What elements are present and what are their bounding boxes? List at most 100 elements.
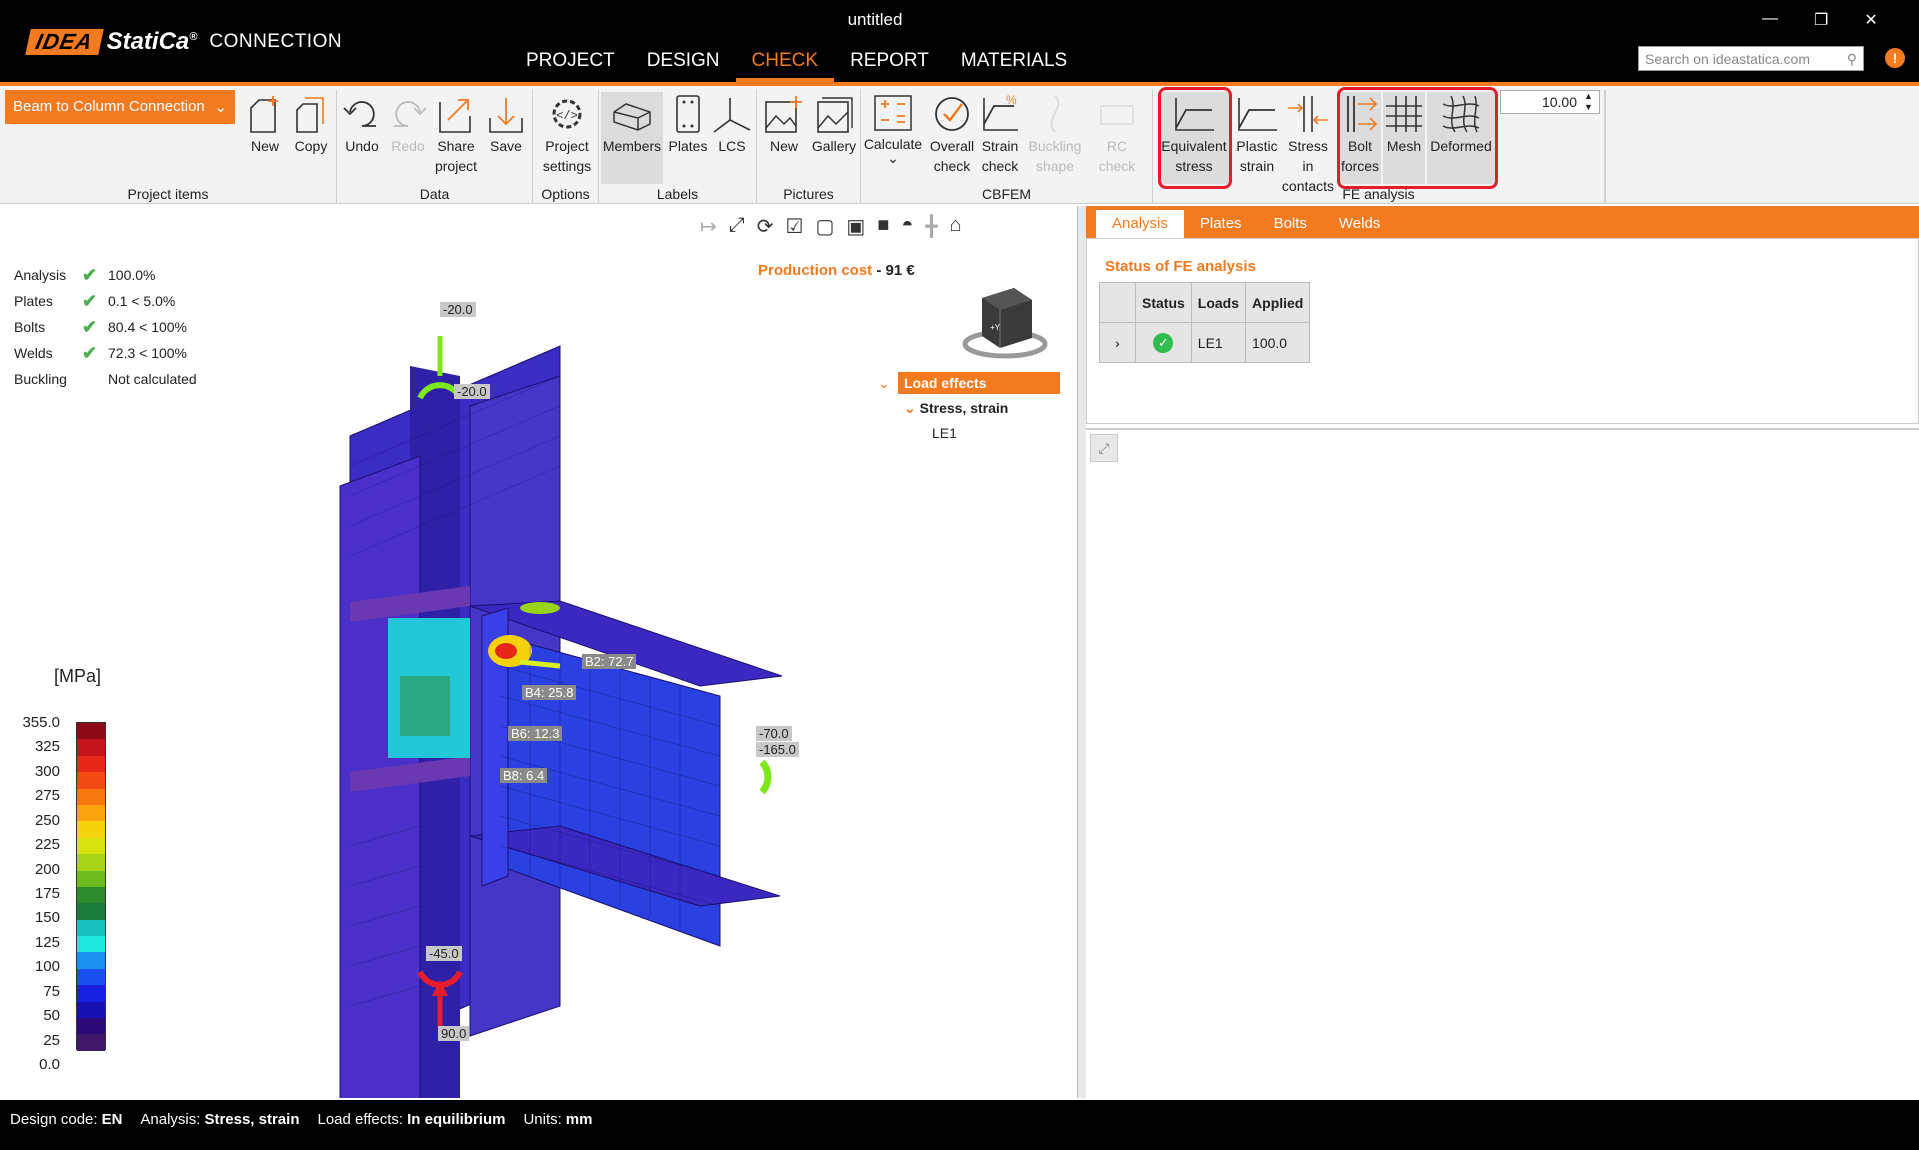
tab-bolts[interactable]: Bolts <box>1258 210 1323 238</box>
tree-le1[interactable]: LE1 <box>878 417 1060 441</box>
panel-splitter[interactable] <box>1078 206 1086 1098</box>
calculate-button[interactable]: Calculate ⌄ <box>863 92 923 184</box>
picture-new-button[interactable]: New <box>761 92 807 184</box>
label-beam-moment: -165.0 <box>756 742 799 757</box>
legend-swatch <box>77 772 105 789</box>
tree-stress-strain[interactable]: Stress, strain <box>920 400 1009 416</box>
legend-value: 175 <box>34 885 60 902</box>
labels-members-button[interactable]: Members <box>601 92 663 184</box>
info-icon[interactable]: ! <box>1885 48 1905 68</box>
label-bolt-b8: B8: 6.4 <box>500 768 548 783</box>
menu-design[interactable]: DESIGN <box>631 46 736 82</box>
labels-lcs-button[interactable]: LCS <box>709 92 755 184</box>
tab-plates[interactable]: Plates <box>1184 210 1258 238</box>
legend-swatch <box>77 936 105 953</box>
navigation-cube[interactable]: +Y <box>960 282 1050 362</box>
copy-button[interactable]: Copy <box>288 92 334 184</box>
result-row-analysis: Analysis ✔ 100.0% <box>14 262 248 288</box>
solid-icon[interactable]: ■ <box>877 214 889 239</box>
transparent-icon[interactable]: ▣ <box>846 214 865 239</box>
rotate-icon[interactable]: ⟳ <box>757 214 774 239</box>
share-icon <box>439 99 471 133</box>
legend-swatch <box>77 837 105 855</box>
wireframe-icon[interactable]: ▢ <box>815 214 834 239</box>
home-icon[interactable]: ⌂ <box>950 214 962 239</box>
spinner-arrows-icon[interactable]: ▲ ▼ <box>1584 91 1593 113</box>
menu-check[interactable]: CHECK <box>735 46 835 82</box>
gallery-button[interactable]: Gallery <box>809 92 859 184</box>
share-project-button[interactable]: Share project <box>431 92 481 184</box>
svg-text:+Y: +Y <box>990 323 1001 332</box>
undo-button[interactable]: Undo <box>339 92 385 184</box>
label-bottom-force: 90.0 <box>438 1026 470 1041</box>
legend-swatch <box>77 985 105 1002</box>
labels-plates-button[interactable]: Plates <box>665 92 711 184</box>
legend-swatch <box>77 870 105 887</box>
check-icon: ✔ <box>82 290 98 311</box>
tree-load-effects[interactable]: Load effects <box>898 372 1060 394</box>
stress-in-contacts-button[interactable]: Stress in contacts <box>1281 92 1335 194</box>
menu-project[interactable]: PROJECT <box>510 46 631 82</box>
zoom-fit-icon[interactable]: ⤢ <box>729 214 745 239</box>
status-key: Design code: <box>10 1111 98 1128</box>
result-label: Analysis <box>14 267 67 283</box>
label-bolt-b6: B6: 12.3 <box>508 726 563 741</box>
tab-welds[interactable]: Welds <box>1323 210 1396 238</box>
measure-icon[interactable]: ↦ <box>700 214 717 239</box>
minimize-icon[interactable]: — <box>1762 10 1778 30</box>
legend-value: 275 <box>34 787 60 805</box>
chevron-down-icon[interactable]: ⌄ <box>904 400 916 416</box>
menu-materials[interactable]: MATERIALS <box>945 46 1083 82</box>
legend-value: 0.0 <box>39 1056 60 1073</box>
chevron-down-icon: ⌄ <box>887 150 899 166</box>
result-value: 100.0% <box>108 267 156 283</box>
buckling-shape-button[interactable]: Buckling shape <box>1025 92 1085 184</box>
redo-icon <box>394 101 427 127</box>
result-value: 80.4 < 100% <box>108 319 188 335</box>
clip-icon[interactable]: ╋ <box>925 214 937 239</box>
status-key: Units: <box>523 1111 562 1128</box>
table-row[interactable]: › ✓ LE1 100.0 <box>1099 322 1311 363</box>
title-bar: IDEA StatiCa® CONNECTION untitled PROJEC… <box>0 0 1919 82</box>
legend-value: 75 <box>43 982 60 1000</box>
restore-icon[interactable]: ❐ <box>1814 10 1828 30</box>
group-cbfem: Calculate ⌄ Overall check % Strain check … <box>861 90 1153 204</box>
label-bottom-moment: -45.0 <box>426 946 462 961</box>
menu-report[interactable]: REPORT <box>834 46 945 82</box>
result-row-buckling: Buckling Not calculated <box>14 366 248 392</box>
legend-value: 225 <box>34 836 60 854</box>
result-label: Welds <box>14 345 53 361</box>
close-icon[interactable]: ✕ <box>1864 10 1877 30</box>
fe-status-title: Status of FE analysis <box>1105 258 1256 275</box>
plastic-strain-button[interactable]: Plastic strain <box>1233 92 1281 184</box>
check-icon: ✔ <box>82 264 98 285</box>
expand-icon[interactable]: ⤢ <box>1090 434 1118 462</box>
legend-swatch <box>77 903 105 920</box>
crop-icon[interactable]: ☑ <box>786 214 804 239</box>
buckling-icon <box>1050 95 1060 133</box>
chevron-right-icon[interactable]: › <box>1099 322 1136 363</box>
legend-value: 150 <box>34 909 60 927</box>
redo-button[interactable]: Redo <box>385 92 431 184</box>
save-button[interactable]: Save <box>483 92 529 184</box>
load-effects-tree: ⌄ Load effects ⌄ Stress, strain LE1 <box>878 372 1060 441</box>
section-icon[interactable]: ◓ <box>901 214 913 239</box>
legend-swatch <box>77 804 105 822</box>
member-icon <box>613 103 651 131</box>
project-settings-button[interactable]: </> Project settings <box>539 92 595 184</box>
strain-check-button[interactable]: % Strain check <box>977 92 1023 184</box>
rc-check-button[interactable]: RC check <box>1087 92 1147 184</box>
new-button[interactable]: New <box>242 92 288 184</box>
result-row-plates: Plates ✔ 0.1 < 5.0% <box>14 288 248 314</box>
tab-analysis[interactable]: Analysis <box>1096 210 1184 238</box>
detail-panel <box>1086 428 1919 1098</box>
undo-icon <box>343 101 376 127</box>
result-row-bolts: Bolts ✔ 80.4 < 100% <box>14 314 248 340</box>
group-pictures: New Gallery Pictures <box>757 90 861 204</box>
result-value: Not calculated <box>108 371 197 387</box>
chevron-down-icon[interactable]: ⌄ <box>878 375 898 392</box>
search-input[interactable]: Search on ideastatica.com ⚲ <box>1638 46 1864 71</box>
overall-check-button[interactable]: Overall check <box>929 92 975 184</box>
app-window: IDEA StatiCa® CONNECTION untitled PROJEC… <box>0 0 1919 1150</box>
right-tabs: Analysis Plates Bolts Welds <box>1086 206 1919 238</box>
